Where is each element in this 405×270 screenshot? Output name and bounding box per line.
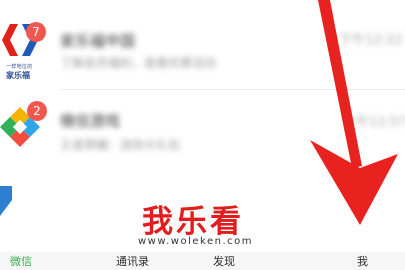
tab-contacts[interactable]: 通讯录 bbox=[116, 253, 149, 269]
unread-badge: 7 bbox=[26, 22, 46, 42]
tab-wechat[interactable]: 微信 bbox=[10, 253, 32, 269]
chat-row-carrefour[interactable]: 一样地位的 家乐福 7 家乐福中国 了解会员福利，查看优惠活动 下午12:22 bbox=[0, 0, 405, 90]
chat-title: 家乐福中国 bbox=[60, 32, 136, 50]
tab-me[interactable]: 我 bbox=[357, 253, 368, 269]
chat-preview: 了解会员福利，查看优惠活动 bbox=[60, 56, 217, 70]
tab-discover[interactable]: 发现 bbox=[213, 253, 235, 269]
chat-time: 上午11:57 bbox=[343, 115, 405, 130]
watermark-url: www.woleken.com bbox=[138, 236, 253, 247]
bottom-tab-bar bbox=[0, 252, 405, 270]
chat-preview: 王者荣耀：送你大礼包 bbox=[60, 138, 181, 152]
chat-title: 微信游戏 bbox=[60, 112, 121, 130]
partial-avatar-icon bbox=[0, 186, 12, 216]
watermark-title: 我乐看 bbox=[142, 204, 244, 240]
chat-list: 一样地位的 家乐福 7 家乐福中国 了解会员福利，查看优惠活动 下午12:22 … bbox=[0, 0, 405, 200]
chat-row-games[interactable]: 2 微信游戏 王者荣耀：送你大礼包 上午11:57 bbox=[0, 90, 405, 180]
avatar-brand-name: 家乐福 bbox=[6, 71, 30, 80]
avatar-slogan: 一样地位的 bbox=[6, 64, 33, 70]
chat-time: 下午12:22 bbox=[339, 33, 403, 48]
unread-badge: 2 bbox=[27, 101, 47, 121]
